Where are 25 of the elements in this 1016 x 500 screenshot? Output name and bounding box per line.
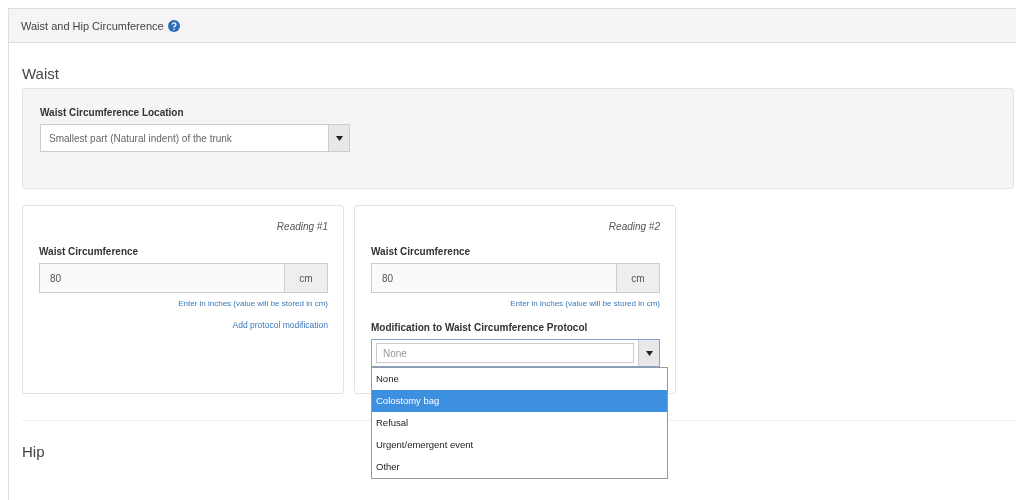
help-text: Enter in inches (value will be stored in cm) xyxy=(177,299,328,308)
caret-icon xyxy=(645,350,653,356)
modification-select[interactable]: None xyxy=(371,339,660,367)
dropdown-option[interactable]: Urgent/emergent event xyxy=(372,434,667,456)
section-heading: Waist xyxy=(22,65,59,82)
field-label: Modification to Waist Circumference Protocol xyxy=(371,322,589,333)
unit-addon: cm xyxy=(616,263,660,293)
field-label: Waist Circumference xyxy=(39,246,140,257)
reading-title: Reading #1 xyxy=(275,220,328,234)
section-heading: Hip xyxy=(22,443,45,460)
dropdown-option[interactable]: Refusal xyxy=(372,412,667,434)
field-label: Waist Circumference Location xyxy=(40,107,185,118)
input-field[interactable]: 80 xyxy=(39,263,284,293)
help-icon[interactable] xyxy=(167,19,180,32)
dropdown-option[interactable]: None xyxy=(372,368,667,390)
unit-addon: cm xyxy=(284,263,328,293)
dropdown-option[interactable]: Other xyxy=(372,456,667,478)
help-text: Enter in inches (value will be stored in cm) xyxy=(509,299,660,308)
reading-title: Reading #2 xyxy=(607,220,660,234)
panel-title: Waist and Hip Circumference xyxy=(21,19,164,32)
input-field[interactable]: 80 xyxy=(371,263,616,293)
caret-icon xyxy=(335,135,343,141)
field-label: Waist Circumference xyxy=(371,246,472,257)
add-modification-link[interactable]: Add protocol modification xyxy=(232,320,328,330)
location-select[interactable]: Smallest part (Natural indent) of the trunk xyxy=(40,124,350,152)
